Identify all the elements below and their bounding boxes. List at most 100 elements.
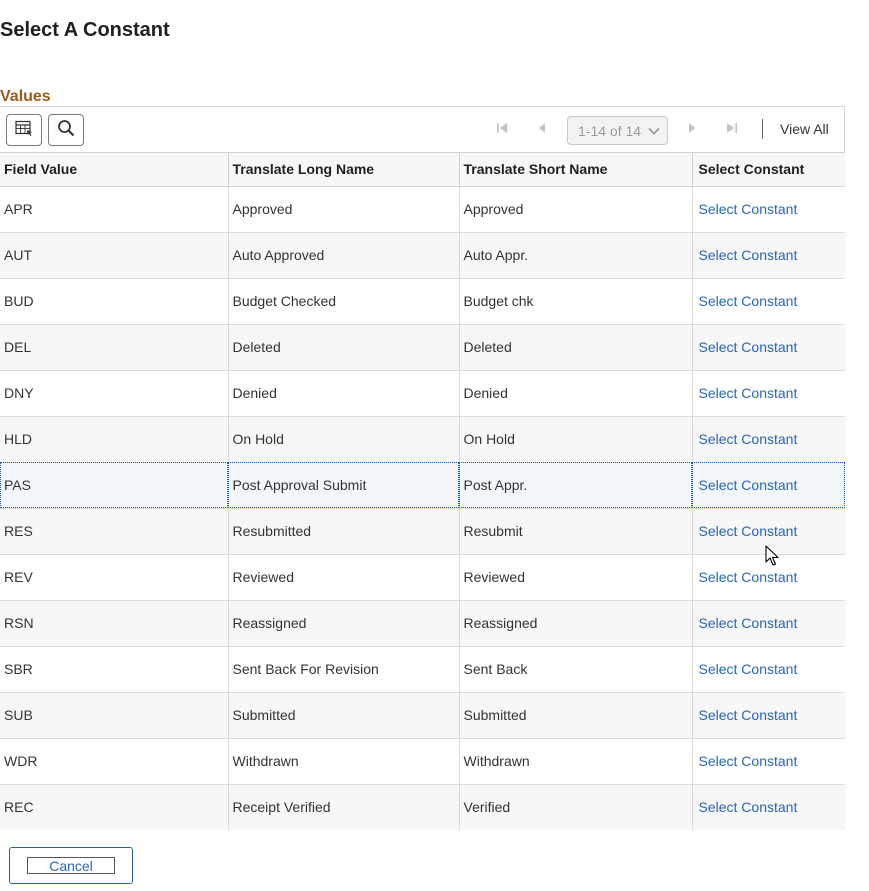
table-row[interactable]: DNY Denied Denied Select Constant <box>0 370 845 417</box>
short-name-cell: On Hold <box>459 416 693 463</box>
short-name-cell: Verified <box>459 784 693 830</box>
long-name-cell: Withdrawn <box>228 738 460 785</box>
long-name-cell: Approved <box>228 186 460 233</box>
table-body: APR Approved Approved Select Constant AUT Aut… <box>0 186 845 830</box>
grid-title: Values <box>0 88 51 105</box>
short-name-cell: Budget chk <box>459 278 693 325</box>
select-constant-cell: Select Constant <box>692 370 845 417</box>
table-row[interactable]: RSN Reassigned Reassigned Select Constant <box>0 600 845 647</box>
page-range-select[interactable]: 1-14 of 14 <box>567 116 668 145</box>
select-constant-cell: Select Constant <box>692 784 845 830</box>
field-value-cell: AUT <box>0 232 229 279</box>
long-name-cell: Reassigned <box>228 600 460 647</box>
select-constant-cell: Select Constant <box>692 692 845 739</box>
first-page-icon <box>495 121 509 140</box>
short-name-cell: Sent Back <box>459 646 693 693</box>
long-name-cell: Budget Checked <box>228 278 460 325</box>
table-row[interactable]: AUT Auto Approved Auto Appr. Select Constan… <box>0 232 845 279</box>
table-header-row: Field Value Translate Long Name Translat… <box>0 153 845 187</box>
page-range-value: 1-14 of 14 <box>578 122 642 139</box>
field-value-cell: RES <box>0 508 229 555</box>
column-header-long-name[interactable]: Translate Long Name <box>228 153 460 187</box>
select-constant-link[interactable]: Select Constant <box>699 615 798 631</box>
select-constant-link[interactable]: Select Constant <box>699 523 798 539</box>
toolbar-divider <box>762 119 763 139</box>
select-constant-cell: Select Constant <box>692 186 845 233</box>
table-row[interactable]: BUD Budget Checked Budget chk Select Consta… <box>0 278 845 325</box>
table-row[interactable]: WDR Withdrawn Withdrawn Select Constant <box>0 738 845 785</box>
long-name-cell: Submitted <box>228 692 460 739</box>
long-name-cell: On Hold <box>228 416 460 463</box>
short-name-cell: Approved <box>459 186 693 233</box>
select-constant-link[interactable]: Select Constant <box>699 247 798 263</box>
field-value-cell: BUD <box>0 278 229 325</box>
grid-search-button[interactable] <box>48 114 84 146</box>
long-name-cell: Post Approval Submit <box>228 462 460 509</box>
last-page-button[interactable] <box>723 121 741 139</box>
select-constant-link[interactable]: Select Constant <box>699 201 798 217</box>
long-name-cell: Sent Back For Revision <box>228 646 460 693</box>
chevron-down-icon <box>647 124 661 138</box>
field-value-cell: SUB <box>0 692 229 739</box>
personalize-grid-icon <box>15 120 33 141</box>
next-page-button[interactable] <box>683 121 701 139</box>
cancel-button[interactable]: Cancel <box>9 847 133 884</box>
long-name-cell: Denied <box>228 370 460 417</box>
select-constant-link[interactable]: Select Constant <box>699 569 798 585</box>
field-value-cell: DEL <box>0 324 229 371</box>
short-name-cell: Post Appr. <box>459 462 693 509</box>
table-row[interactable]: REC Receipt Verified Verified Select Consta… <box>0 784 845 830</box>
long-name-cell: Auto Approved <box>228 232 460 279</box>
table-row[interactable]: REV Reviewed Reviewed Select Constant <box>0 554 845 601</box>
short-name-cell: Deleted <box>459 324 693 371</box>
field-value-cell: DNY <box>0 370 229 417</box>
column-header-select-constant: Select Constant <box>692 153 845 187</box>
table-row[interactable]: APR Approved Approved Select Constant <box>0 186 845 233</box>
field-value-cell: WDR <box>0 738 229 785</box>
table-row[interactable]: RES Resubmitted Resubmit Select Constant <box>0 508 845 555</box>
short-name-cell: Withdrawn <box>459 738 693 785</box>
long-name-cell: Reviewed <box>228 554 460 601</box>
first-page-button[interactable] <box>493 121 511 139</box>
field-value-cell: REC <box>0 784 229 830</box>
page: Select A Constant Values 1-14 of 14 View… <box>0 0 869 891</box>
short-name-cell: Reviewed <box>459 554 693 601</box>
select-constant-link[interactable]: Select Constant <box>699 707 798 723</box>
table-row[interactable]: HLD On Hold On Hold Select Constant <box>0 416 845 463</box>
short-name-cell: Denied <box>459 370 693 417</box>
table-row[interactable]: SUB Submitted Submitted Select Constant <box>0 692 845 739</box>
long-name-cell: Resubmitted <box>228 508 460 555</box>
column-header-short-name[interactable]: Translate Short Name <box>459 153 693 187</box>
short-name-cell: Auto Appr. <box>459 232 693 279</box>
cancel-button-label: Cancel <box>27 857 115 874</box>
select-constant-cell: Select Constant <box>692 738 845 785</box>
select-constant-cell: Select Constant <box>692 646 845 693</box>
page-title: Select A Constant <box>0 19 170 41</box>
select-constant-cell: Select Constant <box>692 416 845 463</box>
personalize-grid-button[interactable] <box>6 114 42 146</box>
view-all-link[interactable]: View All <box>780 121 829 138</box>
select-constant-link[interactable]: Select Constant <box>699 339 798 355</box>
search-icon <box>57 119 75 142</box>
select-constant-link[interactable]: Select Constant <box>699 431 798 447</box>
column-header-field-value[interactable]: Field Value <box>0 153 229 187</box>
select-constant-link[interactable]: Select Constant <box>699 753 798 769</box>
field-value-cell: PAS <box>0 462 229 509</box>
long-name-cell: Deleted <box>228 324 460 371</box>
short-name-cell: Submitted <box>459 692 693 739</box>
select-constant-link[interactable]: Select Constant <box>699 799 798 815</box>
table-row[interactable]: SBR Sent Back For Revision Sent Back Select… <box>0 646 845 693</box>
table-row[interactable]: PAS Post Approval Submit Post Appr. Select … <box>0 462 845 509</box>
values-table: Field Value Translate Long Name Translat… <box>0 153 845 830</box>
select-constant-link[interactable]: Select Constant <box>699 477 798 493</box>
select-constant-cell: Select Constant <box>692 324 845 371</box>
previous-page-button[interactable] <box>533 121 551 139</box>
table-row[interactable]: DEL Deleted Deleted Select Constant <box>0 324 845 371</box>
select-constant-link[interactable]: Select Constant <box>699 385 798 401</box>
select-constant-cell: Select Constant <box>692 462 845 509</box>
select-constant-link[interactable]: Select Constant <box>699 661 798 677</box>
field-value-cell: APR <box>0 186 229 233</box>
last-page-icon <box>725 121 739 140</box>
field-value-cell: REV <box>0 554 229 601</box>
select-constant-link[interactable]: Select Constant <box>699 293 798 309</box>
